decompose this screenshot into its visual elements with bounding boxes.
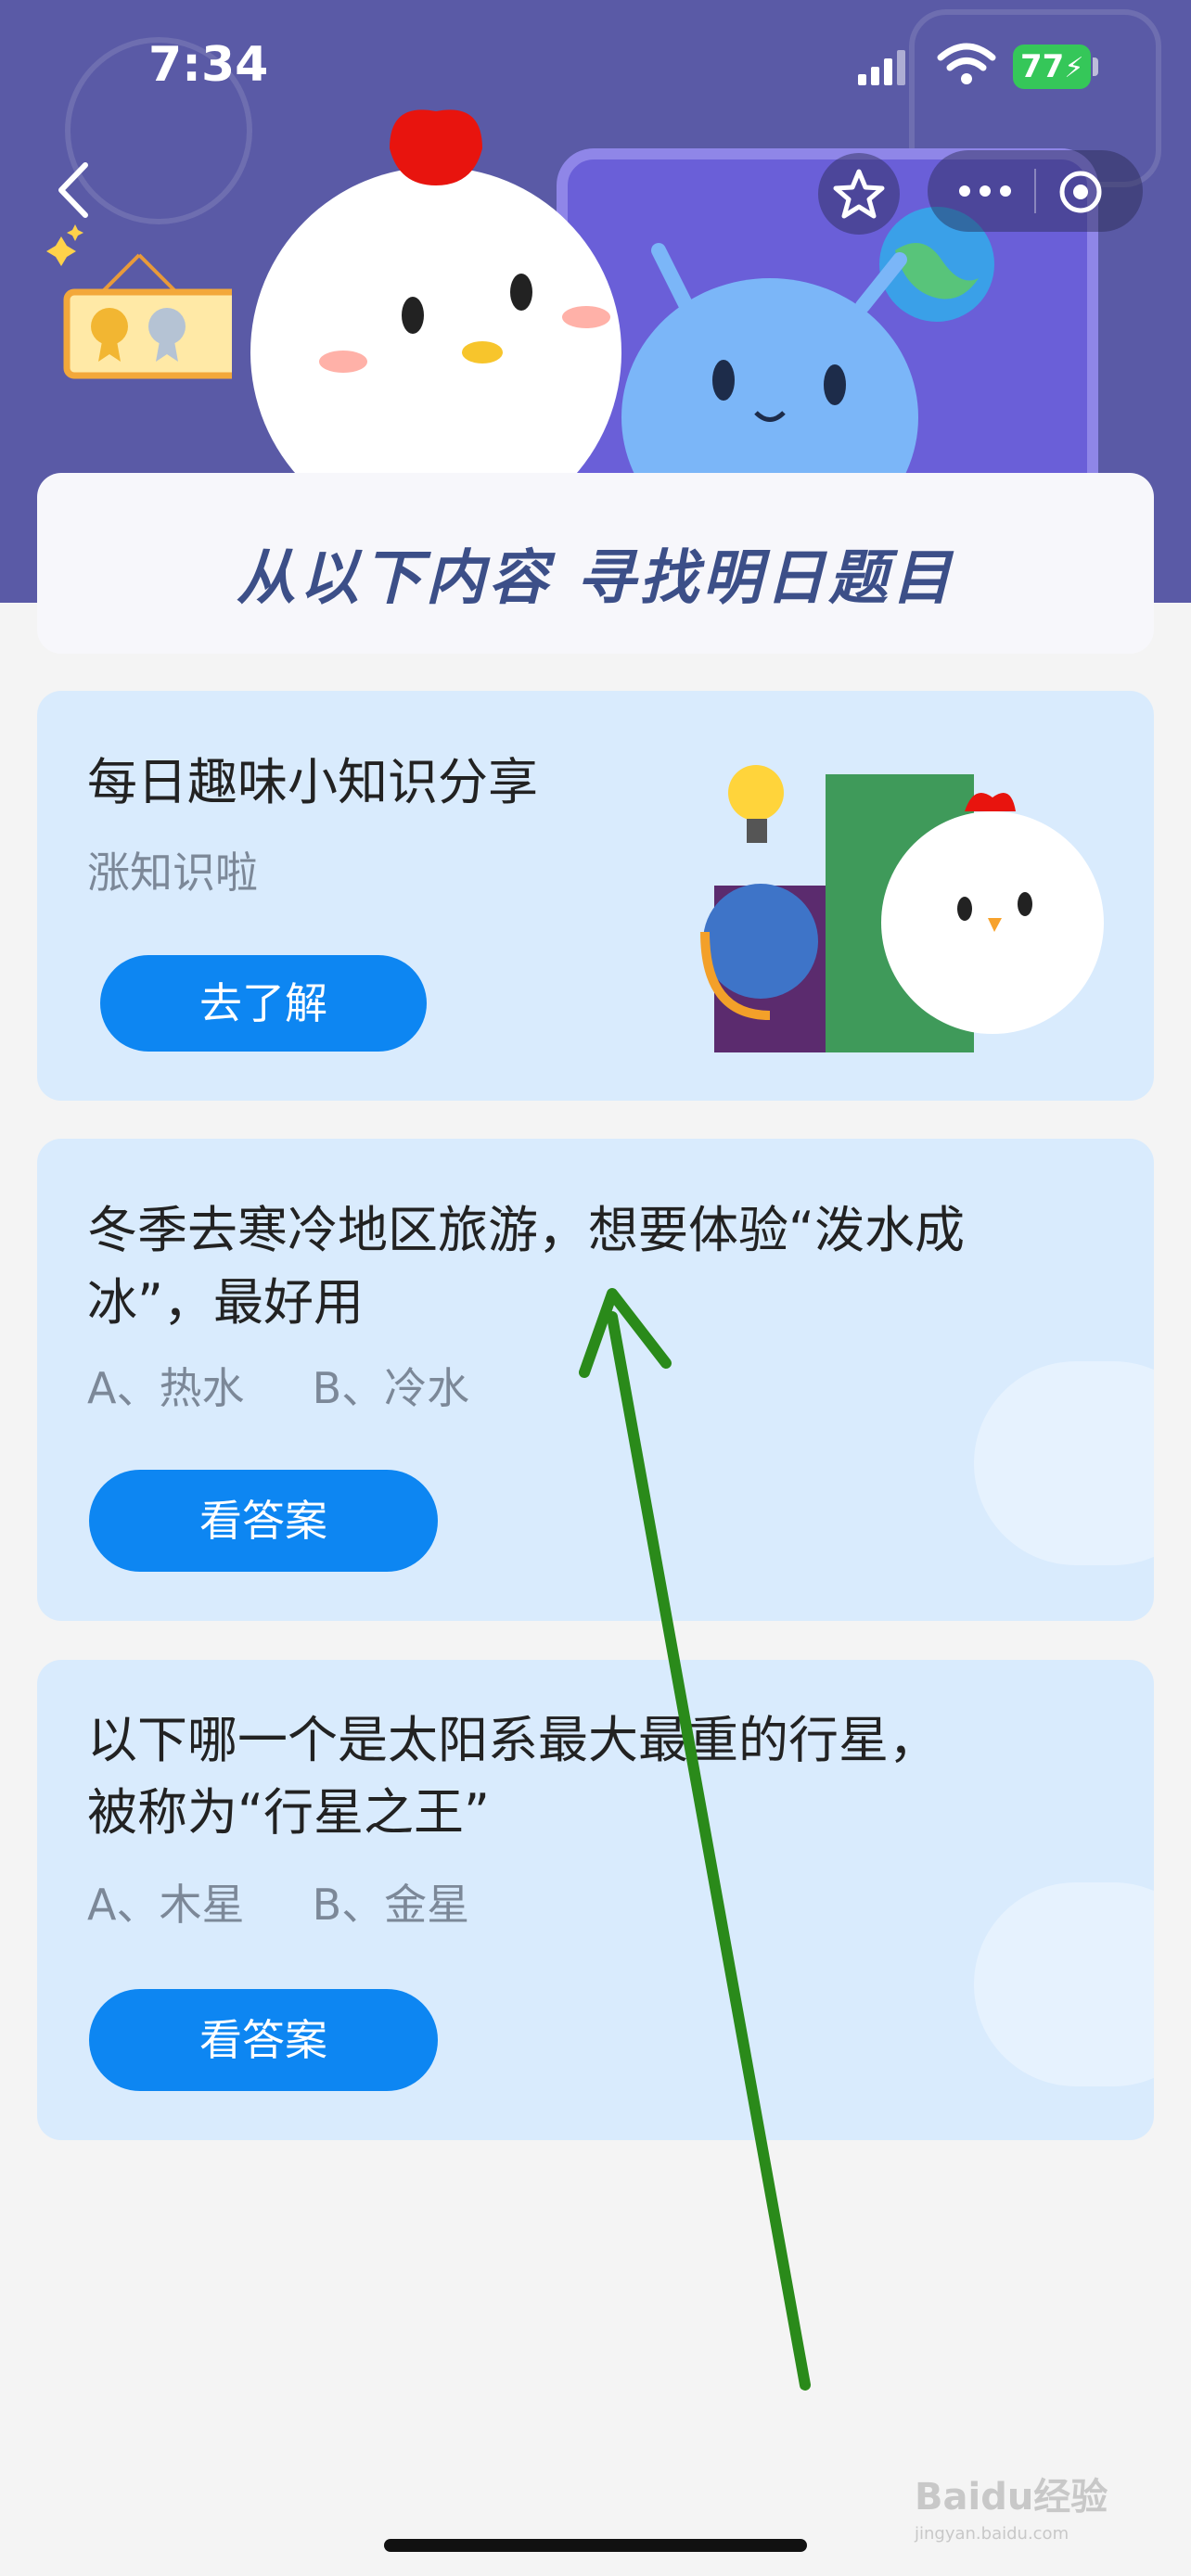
charging-bolt-icon: ⚡ bbox=[1064, 52, 1084, 84]
chicken-globe-illustration bbox=[700, 765, 1104, 1052]
status-bar: 7:34 77⚡ bbox=[0, 0, 1191, 139]
capsule-divider bbox=[1034, 169, 1036, 213]
question-options: A、木星 B、金星 bbox=[87, 1880, 470, 1930]
knowledge-share-card[interactable]: 每日趣味小知识分享 涨知识啦 去了解 bbox=[37, 691, 1154, 1101]
banner-title-bar: 从以下内容 寻找明日题目 bbox=[37, 473, 1154, 654]
question-title-line1: 冬季去寒冷地区旅游，想要体验“泼水成 bbox=[87, 1201, 965, 1259]
question-title-line1: 以下哪一个是太阳系最大最重的行星， bbox=[87, 1711, 939, 1769]
chat-bubble-decor bbox=[974, 1361, 1154, 1565]
baidu-watermark: Baidu经验 jingyan.baidu.com bbox=[915, 2467, 1108, 2544]
more-dots-icon[interactable] bbox=[957, 182, 1013, 200]
learn-more-button[interactable]: 去了解 bbox=[100, 955, 427, 1052]
status-time: 7:34 bbox=[148, 37, 269, 93]
home-indicator[interactable] bbox=[384, 2539, 807, 2552]
favorite-button[interactable] bbox=[818, 153, 900, 235]
mini-program-capsule bbox=[928, 150, 1143, 232]
question-title-line2: 被称为“行星之王” bbox=[87, 1783, 490, 1842]
watermark-brand: Baidu经验 bbox=[915, 2476, 1108, 2519]
medal-plaque-icon bbox=[46, 224, 232, 379]
back-chevron-icon[interactable] bbox=[48, 158, 104, 223]
view-answer-button[interactable]: 看答案 bbox=[89, 1470, 438, 1572]
battery-indicator: 77⚡ bbox=[1013, 45, 1091, 89]
close-target-icon[interactable] bbox=[1057, 169, 1104, 215]
chat-bubble-decor bbox=[974, 1882, 1154, 2086]
banner-title: 从以下内容 寻找明日题目 bbox=[236, 544, 955, 613]
card-subtitle: 涨知识啦 bbox=[87, 848, 258, 898]
view-answer-button[interactable]: 看答案 bbox=[89, 1989, 438, 2091]
battery-tip bbox=[1093, 57, 1098, 76]
question-title-line2: 冰”，最好用 bbox=[87, 1273, 364, 1332]
question-options: A、热水 B、冷水 bbox=[87, 1363, 470, 1413]
question-card-1: 冬季去寒冷地区旅游，想要体验“泼水成 冰”，最好用 A、热水 B、冷水 看答案 bbox=[37, 1139, 1154, 1621]
alien-mascot-illustration bbox=[621, 243, 918, 501]
star-icon bbox=[833, 169, 885, 219]
wifi-icon bbox=[937, 43, 996, 84]
cellular-signal-icon bbox=[858, 50, 905, 85]
watermark-url: jingyan.baidu.com bbox=[915, 2524, 1069, 2544]
question-card-2: 以下哪一个是太阳系最大最重的行星， 被称为“行星之王” A、木星 B、金星 看答… bbox=[37, 1660, 1154, 2140]
card-title: 每日趣味小知识分享 bbox=[87, 753, 538, 811]
battery-level: 77 bbox=[1020, 48, 1065, 85]
